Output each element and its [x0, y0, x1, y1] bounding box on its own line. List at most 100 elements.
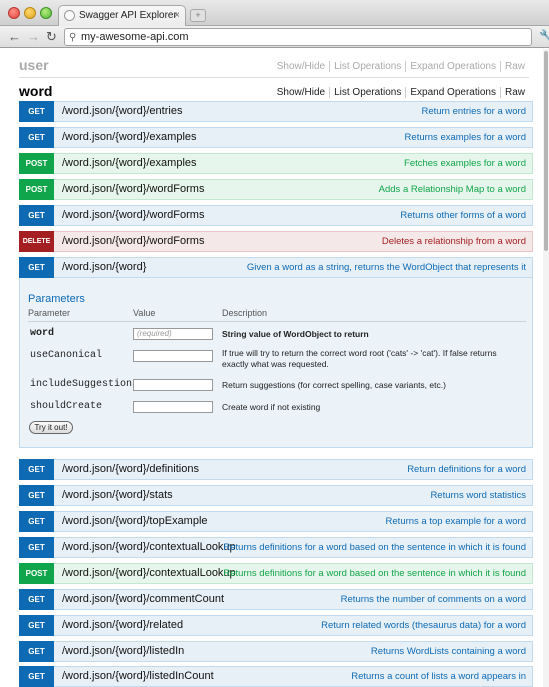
wrench-icon[interactable]: 🔧	[539, 29, 549, 43]
method-badge: GET	[19, 537, 54, 558]
operation-summary[interactable]: Returns a top example for a word	[386, 516, 526, 527]
operation-row[interactable]: GET /word.json/{word}/entries Return ent…	[19, 101, 533, 122]
operation-summary[interactable]: Returns other forms of a word	[400, 210, 526, 221]
divider	[28, 321, 526, 322]
value-column-header: Value	[133, 308, 156, 318]
try-it-out-button[interactable]: Try it out!	[29, 421, 73, 434]
operation-path[interactable]: /word.json/{word}/stats	[62, 489, 173, 501]
browser-tab[interactable]: Swagger API Explorer ×	[58, 5, 186, 26]
operation-path[interactable]: /word.json/{word}/related	[62, 619, 183, 631]
operation-summary[interactable]: Given a word as a string, returns the Wo…	[247, 262, 526, 273]
user-show-hide-link[interactable]: Show/Hide	[273, 61, 329, 72]
vertical-scrollbar[interactable]	[543, 49, 549, 687]
method-badge: POST	[19, 563, 54, 584]
operation-path[interactable]: /word.json/{word}/contextualLookup	[62, 541, 236, 553]
operation-details-panel: Parameters Parameter Value Description w…	[19, 278, 533, 448]
description-column-header: Description	[222, 308, 268, 318]
operation-path[interactable]: /word.json/{word}/commentCount	[62, 593, 224, 605]
forward-arrow-icon[interactable]: →	[27, 28, 40, 46]
operation-summary[interactable]: Returns a count of lists a word appears …	[351, 671, 526, 682]
user-raw-link[interactable]: Raw	[499, 61, 529, 72]
operation-row[interactable]: POST /word.json/{word}/contextualLookup …	[19, 563, 533, 584]
close-window-button[interactable]	[8, 7, 20, 19]
operation-summary[interactable]: Returns definitions for a word based on …	[223, 542, 526, 553]
operation-summary[interactable]: Returns WordLists containing a word	[371, 646, 526, 657]
param-word-input[interactable]: (required)	[133, 328, 213, 340]
method-badge: GET	[19, 615, 54, 636]
operation-path[interactable]: /word.json/{word}/examples	[62, 131, 197, 143]
resource-word-links: Show/Hide List Operations Expand Operation…	[273, 87, 529, 98]
reload-icon[interactable]: ↻	[46, 28, 57, 46]
operation-row-expanded[interactable]: GET /word.json/{word} Given a word as a …	[19, 257, 533, 278]
param-description: Create word if not existing	[222, 402, 321, 412]
operation-row[interactable]: GET /word.json/{word}/stats Returns word…	[19, 485, 533, 506]
operation-summary[interactable]: Returns word statistics	[430, 490, 526, 501]
param-usecanonical-input[interactable]	[133, 350, 213, 362]
param-description: String value of WordObject to return	[222, 329, 369, 339]
resource-word-name[interactable]: word	[19, 83, 52, 99]
operation-row[interactable]: GET /word.json/{word}/wordForms Returns …	[19, 205, 533, 226]
operation-summary[interactable]: Return definitions for a word	[407, 464, 526, 475]
zoom-window-button[interactable]	[40, 7, 52, 19]
word-expand-operations-link[interactable]: Expand Operations	[405, 87, 500, 98]
minimize-window-button[interactable]	[24, 7, 36, 19]
operation-row[interactable]: GET /word.json/{word}/listedIn Returns W…	[19, 641, 533, 662]
operation-row[interactable]: GET /word.json/{word}/related Return rel…	[19, 615, 533, 636]
operation-row[interactable]: POST /word.json/{word}/wordForms Adds a …	[19, 179, 533, 200]
operation-summary[interactable]: Returns examples for a word	[405, 132, 526, 143]
browser-toolbar: ← → ↻ ⚲ my-awesome-api.com 🔧	[0, 26, 549, 48]
operation-summary[interactable]: Return entries for a word	[421, 106, 526, 117]
operation-row[interactable]: GET /word.json/{word}/examples Returns e…	[19, 127, 533, 148]
operation-row[interactable]: GET /word.json/{word}/commentCount Retur…	[19, 589, 533, 610]
operation-summary[interactable]: Returns the number of comments on a word	[341, 594, 526, 605]
user-expand-operations-link[interactable]: Expand Operations	[405, 61, 500, 72]
method-badge: GET	[19, 101, 54, 122]
page-content: user Show/Hide List Operations Expand Oper…	[0, 49, 549, 687]
operation-row[interactable]: DELETE /word.json/{word}/wordForms Delet…	[19, 231, 533, 252]
param-includesuggestions-input[interactable]	[133, 379, 213, 391]
tab-close-icon[interactable]: ×	[174, 6, 180, 26]
resource-user-name[interactable]: user	[19, 57, 49, 73]
method-badge: DELETE	[19, 231, 54, 252]
word-show-hide-link[interactable]: Show/Hide	[273, 87, 329, 98]
resource-user-header: user Show/Hide List Operations Expand Oper…	[19, 57, 529, 79]
operation-path[interactable]: /word.json/{word}/wordForms	[62, 235, 204, 247]
method-badge: GET	[19, 485, 54, 506]
word-raw-link[interactable]: Raw	[499, 87, 529, 98]
operation-path[interactable]: /word.json/{word}/wordForms	[62, 183, 204, 195]
method-badge: GET	[19, 257, 54, 278]
operation-path[interactable]: /word.json/{word}/listedInCount	[62, 670, 214, 682]
operation-path[interactable]: /word.json/{word}/entries	[62, 105, 182, 117]
operation-row[interactable]: GET /word.json/{word}/contextualLookup R…	[19, 537, 533, 558]
operation-path[interactable]: /word.json/{word}/definitions	[62, 463, 199, 475]
operation-path[interactable]: /word.json/{word}/examples	[62, 157, 197, 169]
operation-path[interactable]: /word.json/{word}	[62, 261, 146, 273]
new-tab-button[interactable]: +	[190, 9, 206, 22]
operation-row[interactable]: GET /word.json/{word}/listedInCount Retu…	[19, 666, 533, 687]
operation-summary[interactable]: Adds a Relationship Map to a word	[379, 184, 526, 195]
back-arrow-icon[interactable]: ←	[8, 28, 21, 46]
operation-path[interactable]: /word.json/{word}/topExample	[62, 515, 208, 527]
word-list-operations-link[interactable]: List Operations	[329, 87, 406, 98]
operation-path[interactable]: /word.json/{word}/wordForms	[62, 209, 204, 221]
parameter-column-header: Parameter	[28, 308, 71, 318]
operation-summary[interactable]: Fetches examples for a word	[404, 158, 526, 169]
operation-row[interactable]: GET /word.json/{word}/definitions Return…	[19, 459, 533, 480]
address-bar[interactable]: ⚲ my-awesome-api.com	[64, 28, 532, 46]
operation-row[interactable]: GET /word.json/{word}/topExample Returns…	[19, 511, 533, 532]
tab-title: Swagger API Explorer	[79, 10, 177, 21]
operation-summary[interactable]: Returns definitions for a word based on …	[223, 568, 526, 579]
title-bar: Swagger API Explorer × +	[0, 0, 549, 26]
scrollbar-thumb[interactable]	[544, 51, 548, 251]
divider	[19, 77, 529, 78]
operation-path[interactable]: /word.json/{word}/listedIn	[62, 645, 184, 657]
favicon-icon	[64, 10, 75, 21]
operation-summary[interactable]: Return related words (thesaurus data) fo…	[321, 620, 526, 631]
operation-path[interactable]: /word.json/{word}/contextualLookup	[62, 567, 236, 579]
param-shouldcreate-input[interactable]	[133, 401, 213, 413]
method-badge: GET	[19, 641, 54, 662]
browser-window: Swagger API Explorer × + ← → ↻ ⚲ my-awes…	[0, 0, 549, 687]
operation-row[interactable]: POST /word.json/{word}/examples Fetches …	[19, 153, 533, 174]
operation-summary[interactable]: Deletes a relationship from a word	[382, 236, 526, 247]
user-list-operations-link[interactable]: List Operations	[329, 61, 406, 72]
